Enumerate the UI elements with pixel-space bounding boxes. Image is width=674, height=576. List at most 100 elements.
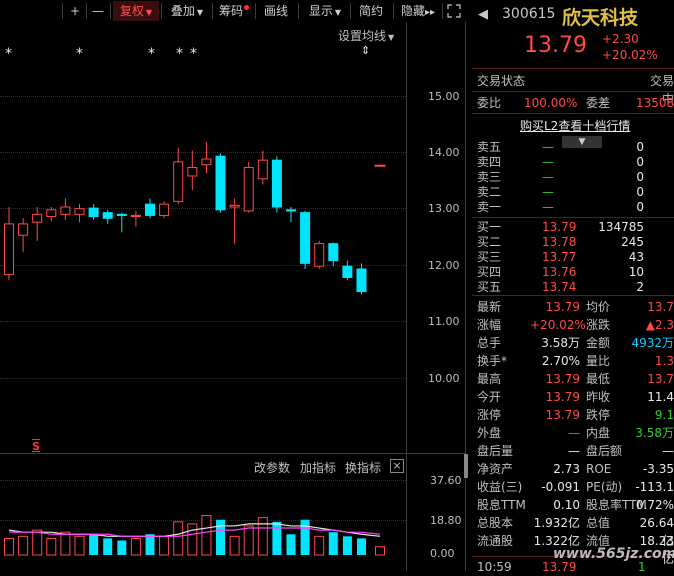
volume-bar[interactable] <box>32 529 43 556</box>
candle-body[interactable] <box>88 207 99 218</box>
stat-value: 3.58万 <box>541 336 580 350</box>
weicha-value: 13508 <box>636 96 674 110</box>
candle-body[interactable] <box>18 223 29 236</box>
stat-label: 总手 <box>477 336 502 350</box>
fullscreen-button[interactable] <box>446 1 462 21</box>
back-arrow-icon[interactable]: ◀ <box>478 7 488 22</box>
weibi-row: 委比 100.00% 委差 13508 <box>472 94 674 112</box>
candle-body[interactable] <box>173 161 184 202</box>
l2-purchase-link[interactable]: 购买L2查看十档行情 <box>520 117 630 134</box>
candle-body[interactable] <box>328 243 339 262</box>
volume-bar[interactable] <box>18 535 29 556</box>
stat-label: 涨跌 <box>586 318 611 332</box>
overlay-button[interactable]: 叠加 ▼ <box>164 1 210 21</box>
volume-bar[interactable] <box>130 537 141 556</box>
volume-bar[interactable] <box>201 515 212 556</box>
volume-bar[interactable] <box>187 523 198 556</box>
candle-body[interactable] <box>257 159 268 180</box>
volume-bar[interactable] <box>74 535 85 556</box>
display-button[interactable]: 显示 ▼ <box>302 1 348 21</box>
candle-body[interactable] <box>215 155 226 211</box>
volume-bar[interactable] <box>159 535 170 556</box>
candle-body[interactable] <box>187 167 198 177</box>
stat-value: -3.35 <box>642 462 674 476</box>
candle-body[interactable] <box>4 223 14 276</box>
volume-bar[interactable] <box>300 519 310 555</box>
panel-divider <box>465 22 466 571</box>
fullscreen-icon <box>447 4 461 18</box>
toolbar-separator <box>86 3 87 19</box>
dropdown-arrow-icon: ▼ <box>334 8 342 17</box>
zoom-out-button[interactable]: — <box>89 1 107 21</box>
stat-label: 换手* <box>477 354 508 368</box>
volume-bar[interactable] <box>173 521 184 556</box>
volume-bar[interactable] <box>357 538 366 555</box>
volume-bar[interactable] <box>216 519 225 555</box>
volume-bar[interactable] <box>342 536 352 555</box>
change-params-button[interactable]: 改参数 <box>254 459 290 476</box>
volume-bar[interactable] <box>328 532 338 555</box>
hide-button[interactable]: 隐藏▸▸ <box>396 1 440 21</box>
candle-body[interactable] <box>314 243 325 267</box>
stat-row: 最高 13.79 最低 13.7 <box>472 370 674 388</box>
candle-body[interactable] <box>374 164 386 167</box>
sell-level-volume: 0 <box>636 200 644 214</box>
volume-bar[interactable] <box>103 538 113 555</box>
volume-bar[interactable] <box>257 517 268 556</box>
toolbar-separator <box>161 3 162 19</box>
buy-level-label: 买五 <box>477 280 502 294</box>
candle-body[interactable] <box>145 203 155 216</box>
volume-bar[interactable] <box>4 537 14 556</box>
candle-body[interactable] <box>271 159 282 208</box>
volume-bar[interactable] <box>286 534 296 555</box>
stat-label: 跌停 <box>586 408 611 422</box>
simple-mode-button[interactable]: 简约 <box>353 1 389 21</box>
volume-bar[interactable] <box>375 546 385 556</box>
candle-body[interactable] <box>342 265 353 278</box>
candle-body[interactable] <box>130 214 141 218</box>
draw-line-button[interactable]: 画线 <box>258 1 294 21</box>
stat-value: — <box>568 426 580 440</box>
close-indicator-button[interactable]: × <box>390 459 404 473</box>
chips-button[interactable]: 筹码 <box>215 1 253 21</box>
candle-body[interactable] <box>229 204 240 208</box>
switch-indicator-button[interactable]: 换指标 <box>345 459 381 476</box>
candle-body[interactable] <box>356 268 367 293</box>
volume-bar[interactable] <box>145 534 155 555</box>
stat-label: 收益(三) <box>477 480 523 494</box>
panel-collapse-handle[interactable] <box>464 454 468 478</box>
candle-body[interactable] <box>300 212 311 264</box>
volume-bar[interactable] <box>314 535 325 556</box>
candle-body[interactable] <box>201 158 212 166</box>
volume-bar[interactable] <box>272 521 282 555</box>
volume-bar[interactable] <box>117 540 127 555</box>
candle-body[interactable] <box>286 209 296 212</box>
toolbar-separator <box>62 3 63 19</box>
candle-body[interactable] <box>60 206 71 215</box>
candle-body[interactable] <box>102 212 113 219</box>
candle-body[interactable] <box>46 209 57 218</box>
volume-bar[interactable] <box>229 535 240 556</box>
candle-body[interactable] <box>116 213 127 216</box>
candle-body[interactable] <box>159 203 170 216</box>
stat-value: 0.10 <box>553 498 580 512</box>
stat-label: 最新 <box>477 300 502 314</box>
volume-bar[interactable] <box>46 537 57 556</box>
candle-body[interactable] <box>243 167 254 212</box>
toolbar-separator <box>350 3 351 19</box>
volume-bar[interactable] <box>60 531 71 556</box>
chart-right-border <box>406 22 407 571</box>
add-indicator-button[interactable]: 加指标 <box>300 459 336 476</box>
candle-body[interactable] <box>32 213 43 223</box>
volume-bar[interactable] <box>243 525 254 556</box>
candle-body[interactable] <box>74 208 85 215</box>
stat-row: 总手 3.58万 金额 4932万 <box>472 334 674 352</box>
zoom-in-button[interactable]: + <box>66 1 84 21</box>
stat-row: 涨幅 +20.02% 涨跌 ▲2.3 <box>472 316 674 334</box>
volume-bar[interactable] <box>89 534 99 555</box>
volume-chart[interactable] <box>0 477 406 561</box>
candlestick-chart[interactable] <box>0 22 406 452</box>
fuquan-button[interactable]: 复权 ▼ <box>113 1 159 21</box>
overlay-label: 叠加 <box>170 4 195 18</box>
stat-label: 流通股 <box>477 534 514 548</box>
